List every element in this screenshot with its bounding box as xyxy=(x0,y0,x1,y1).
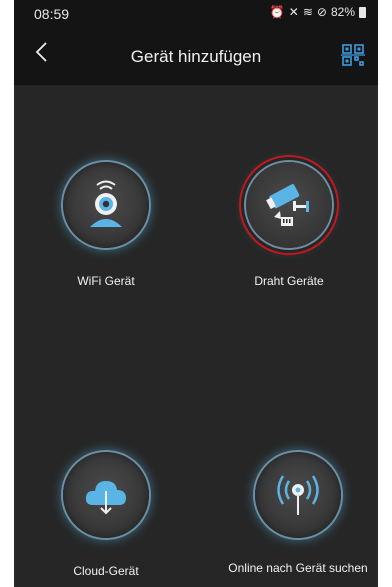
status-time: 08:59 xyxy=(34,6,70,22)
app-screen: 08:59 ⏰ ✕ ≋ ⊘ 82% Gerät hinzufügen WiFi … xyxy=(14,0,378,587)
header-bar: Gerät hinzufügen xyxy=(14,27,378,85)
status-bar: 08:59 ⏰ ✕ ≋ ⊘ 82% xyxy=(14,0,378,27)
cloud-device-button[interactable] xyxy=(63,452,149,538)
cloud-download-icon xyxy=(85,481,126,515)
battery-percent: 82% xyxy=(330,5,355,19)
option-online-search[interactable]: Online nach Gerät suchen xyxy=(223,452,373,575)
option-cloud-device[interactable]: Cloud-Gerät xyxy=(31,452,181,578)
qr-scan-icon[interactable] xyxy=(340,42,366,68)
page-title: Gerät hinzufügen xyxy=(130,47,262,66)
option-label: Online nach Gerät suchen xyxy=(228,561,368,575)
option-wired-devices[interactable]: Draht Geräte xyxy=(214,162,364,288)
option-label: WiFi Gerät xyxy=(77,274,135,288)
wired-camera-icon xyxy=(266,184,309,226)
option-label: Cloud-Gerät xyxy=(73,564,139,578)
wifi-device-button[interactable] xyxy=(63,162,149,248)
wifi-icon: ≋ xyxy=(302,5,313,19)
option-wifi-device[interactable]: WiFi Gerät xyxy=(31,162,181,288)
wifi-camera-icon xyxy=(90,180,122,227)
radar-search-icon xyxy=(277,475,319,515)
dnd-icon: ⊘ xyxy=(316,5,327,19)
online-search-button[interactable] xyxy=(255,452,341,538)
battery-icon xyxy=(359,6,366,18)
status-icons: ⏰ ✕ ≋ ⊘ 82% xyxy=(270,5,366,19)
mute-icon: ✕ xyxy=(288,5,299,19)
option-label: Draht Geräte xyxy=(254,274,324,288)
wired-devices-button[interactable] xyxy=(246,162,332,248)
alarm-icon: ⏰ xyxy=(269,5,285,19)
